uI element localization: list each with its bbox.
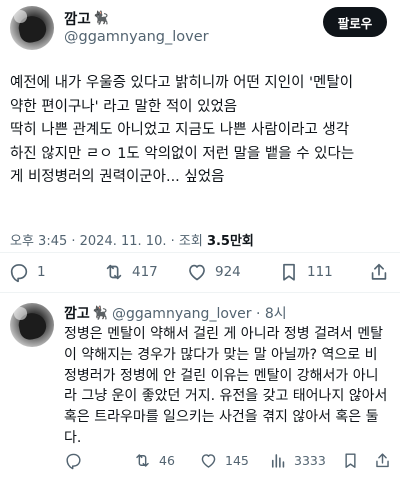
divider <box>0 292 400 293</box>
tweet-text-line: 게 비정병러의 권력이군아... 싶었음 <box>10 169 225 185</box>
like-icon <box>201 454 216 468</box>
author-display-name[interactable]: 깜고 <box>64 8 91 29</box>
tweet-text-line: 하진 않지만 ㄹㅇ 1도 악의없이 저런 말을 뱉을 수 있다는 <box>10 145 355 162</box>
like-icon <box>189 264 205 281</box>
reply-text-line: 라 그냥 운이 좋았던 거지. 유전을 갖고 태어나지 않아서 <box>64 388 388 405</box>
reply-text-line: 혹은 트라우마를 일으키는 사건을 겪지 않아서 혹은 둘 <box>64 409 379 426</box>
reply-text-line: 정병러가 정병에 안 걸린 이유는 멘탈이 강해서가 아니 <box>64 367 379 384</box>
share-button[interactable] <box>373 451 392 470</box>
like-count: 145 <box>225 453 249 468</box>
reply-button[interactable] <box>64 451 83 470</box>
share-icon <box>371 263 387 280</box>
tweet-text-line: 약한 편이구나' 라고 말한 적이 있었음 <box>10 98 238 115</box>
tweet-text-line: 예전에 내가 우울증 있다고 밝히니까 어떤 지인이 '멘탈이 <box>10 75 354 91</box>
reply-button[interactable]: 1 <box>8 261 46 283</box>
retweet-button[interactable]: 417 <box>103 261 158 283</box>
author-handle[interactable]: @ggamnyang_lover <box>64 29 209 45</box>
bookmark-count: 111 <box>307 264 333 280</box>
tweet-text-line: 딱히 나쁜 관계도 아니었고 지금도 나쁜 사람이라고 생각 <box>10 122 350 138</box>
reply-text: 정병은 멘탈이 약해서 걸린 게 아니라 정병 걸려서 멘탈 이 약해지는 경우… <box>64 324 394 449</box>
author-name-row[interactable]: 깜고 🐈‍⬛ <box>64 8 109 29</box>
views-icon <box>271 454 285 468</box>
like-button[interactable]: 145 <box>199 451 249 470</box>
tweet-meta: 오후 3:45 · 2024. 11. 10. · 조회 3.5만회 <box>10 230 254 249</box>
views-button[interactable]: 3333 <box>268 451 326 470</box>
share-icon <box>376 453 389 468</box>
reply-icon <box>66 453 81 470</box>
retweet-icon <box>136 454 149 467</box>
black-cat-emoji: 🐈‍⬛ <box>91 305 108 321</box>
divider <box>0 252 400 253</box>
reply-text-line: 다. <box>64 429 82 446</box>
author-display-name[interactable]: 깜고 <box>64 303 90 323</box>
tweet-text: 예전에 내가 우울증 있다고 밝히니까 어떤 지인이 '멘탈이 약한 편이구나'… <box>10 72 394 190</box>
avatar[interactable] <box>10 6 54 50</box>
like-count: 924 <box>215 264 241 280</box>
retweet-count: 46 <box>159 453 175 468</box>
reply-text-line: 정병은 멘탈이 약해서 걸린 게 아니라 정병 걸려서 멘탈 <box>64 326 383 342</box>
retweet-icon <box>106 264 122 280</box>
retweet-button[interactable]: 46 <box>133 451 175 470</box>
share-button[interactable] <box>368 261 390 283</box>
bookmark-icon <box>345 453 356 468</box>
reply-icon <box>10 264 28 283</box>
like-button[interactable]: 924 <box>186 261 241 283</box>
reply-text-line: 이 약해지는 경우가 많다가 맞는 말 아닐까? 역으로 비 <box>64 346 378 363</box>
bookmark-icon <box>283 263 295 281</box>
tweet-timestamp[interactable]: 오후 3:45 · 2024. 11. 10. · 조회 <box>10 234 203 249</box>
bookmark-button[interactable]: 111 <box>278 261 333 283</box>
black-cat-emoji: 🐈‍⬛ <box>92 11 109 26</box>
author-name-row[interactable]: 깜고 🐈‍⬛ @ggamnyang_lover · 8시 <box>64 303 287 323</box>
retweet-count: 417 <box>132 264 158 280</box>
follow-button[interactable]: 팔로우 <box>323 7 387 37</box>
avatar[interactable] <box>10 303 54 347</box>
author-handle[interactable]: @ggamnyang_lover · 8시 <box>112 303 287 323</box>
view-count: 3.5만회 <box>206 234 254 249</box>
bookmark-button[interactable] <box>341 451 360 470</box>
view-count: 3333 <box>294 453 326 468</box>
reply-count: 1 <box>37 264 46 280</box>
